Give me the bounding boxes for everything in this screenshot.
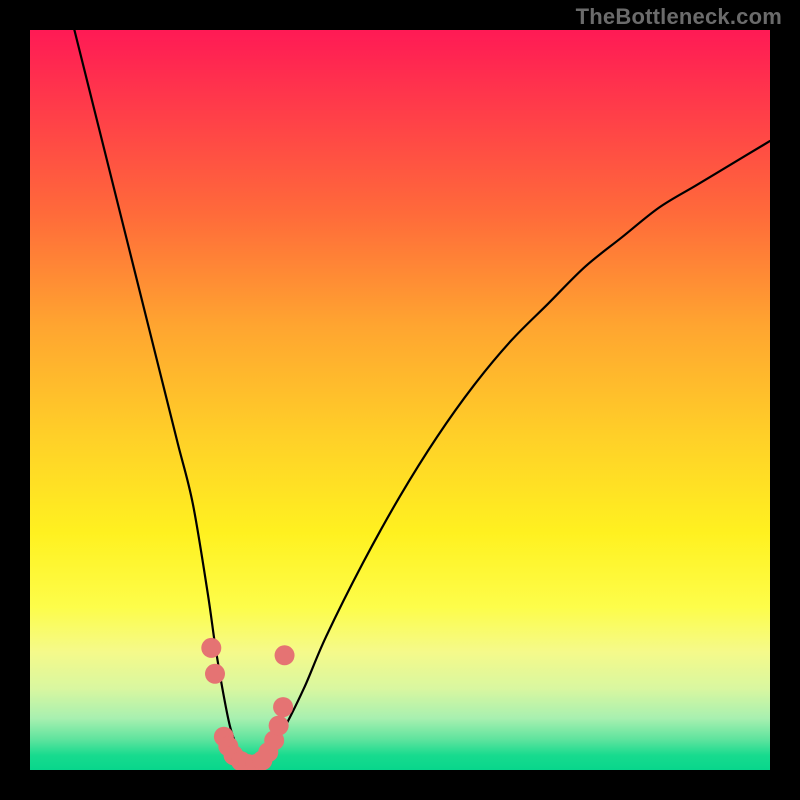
plot-area xyxy=(30,30,770,770)
bottleneck-curve xyxy=(74,30,770,764)
marker-group xyxy=(201,638,294,770)
curve-layer xyxy=(30,30,770,770)
data-marker xyxy=(205,664,225,684)
chart-frame: TheBottleneck.com xyxy=(0,0,800,800)
data-marker xyxy=(275,645,295,665)
data-marker xyxy=(201,638,221,658)
data-marker xyxy=(273,697,293,717)
data-marker xyxy=(269,716,289,736)
watermark-text: TheBottleneck.com xyxy=(576,4,782,30)
